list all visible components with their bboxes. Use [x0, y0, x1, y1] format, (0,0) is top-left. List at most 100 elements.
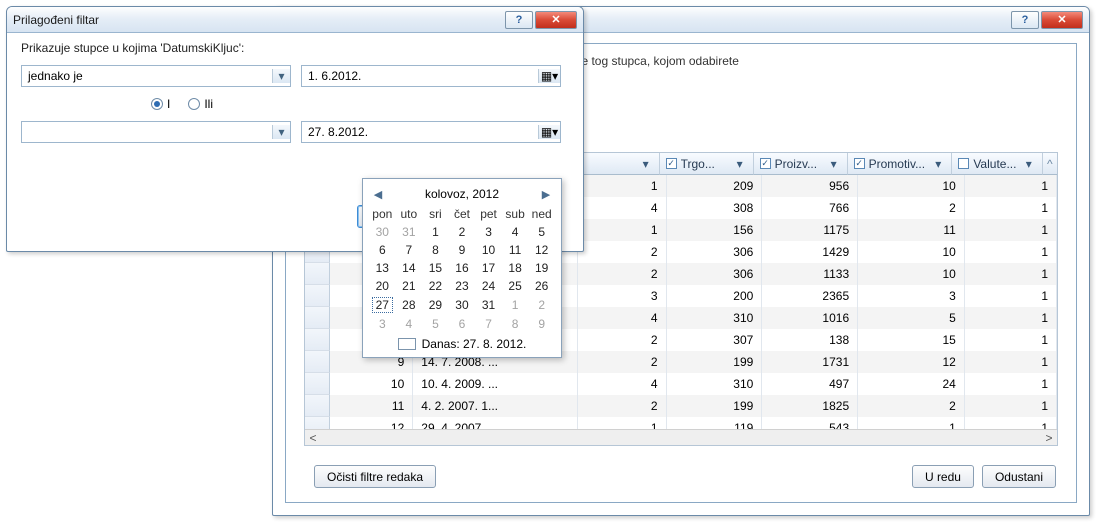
- help-button[interactable]: ?: [1011, 11, 1039, 29]
- row-header-cell: [305, 307, 330, 329]
- calendar-day[interactable]: 2: [528, 295, 555, 315]
- calendar-day[interactable]: 8: [502, 315, 529, 333]
- date2-input[interactable]: 27. 8.2012. ▦▾: [301, 121, 561, 143]
- operator2-combo[interactable]: ▾: [21, 121, 291, 143]
- calendar-day[interactable]: 15: [422, 259, 449, 277]
- next-month-icon[interactable]: ▶: [539, 188, 553, 201]
- chevron-down-icon[interactable]: ▾: [931, 157, 945, 171]
- calendar-dropdown-icon[interactable]: ▦▾: [538, 125, 560, 139]
- cell-valute: 1: [965, 373, 1057, 395]
- col-promotiv[interactable]: ✓Promotiv...▾: [848, 153, 953, 175]
- calendar-day[interactable]: 3: [369, 315, 396, 333]
- calendar-day[interactable]: 6: [449, 315, 476, 333]
- calendar-day[interactable]: 5: [528, 223, 555, 241]
- chevron-down-icon[interactable]: ▾: [639, 157, 653, 171]
- col-trgo[interactable]: ✓Trgo...▾: [660, 153, 754, 175]
- col-valute[interactable]: Valute...▾: [952, 153, 1042, 175]
- prev-month-icon[interactable]: ◀: [371, 188, 385, 201]
- calendar-day[interactable]: 19: [528, 259, 555, 277]
- calendar-day[interactable]: 9: [528, 315, 555, 333]
- calendar-today-label[interactable]: Danas: 27. 8. 2012.: [422, 337, 527, 351]
- calendar-day[interactable]: 20: [369, 277, 396, 295]
- chevron-down-icon[interactable]: ▾: [272, 125, 290, 139]
- calendar-day[interactable]: 26: [528, 277, 555, 295]
- radio-and[interactable]: I: [151, 97, 170, 111]
- calendar-day[interactable]: 2: [449, 223, 476, 241]
- radio-or[interactable]: Ili: [188, 97, 213, 111]
- table-row[interactable]: 1229. 4. 2007. ...111954311: [305, 417, 1057, 429]
- calendar-day[interactable]: 31: [475, 295, 502, 315]
- chevron-down-icon[interactable]: ▾: [733, 157, 747, 171]
- col-proizv[interactable]: ✓Proizv...▾: [754, 153, 848, 175]
- calendar-day[interactable]: 12: [528, 241, 555, 259]
- cell-proizv: 543: [762, 417, 858, 429]
- close-button[interactable]: ✕: [1041, 11, 1083, 29]
- scroll-left-icon[interactable]: <: [305, 431, 321, 445]
- calendar-dropdown-icon[interactable]: ▦▾: [538, 69, 560, 83]
- horizontal-scrollbar[interactable]: < >: [305, 429, 1057, 445]
- calendar-day[interactable]: 22: [422, 277, 449, 295]
- operator1-combo[interactable]: jednako je ▾: [21, 65, 291, 87]
- cell-promo: 5: [858, 307, 965, 329]
- cell-valute: 1: [965, 329, 1057, 351]
- chevron-down-icon[interactable]: ▾: [1022, 157, 1036, 171]
- date1-input[interactable]: 1. 6.2012. ▦▾: [301, 65, 561, 87]
- cell-proizv: 956: [762, 175, 858, 197]
- cell-valute: 1: [965, 241, 1057, 263]
- calendar-day[interactable]: 31: [396, 223, 423, 241]
- help-button[interactable]: ?: [505, 11, 533, 29]
- chevron-down-icon[interactable]: ▾: [827, 157, 841, 171]
- chevron-down-icon[interactable]: ▾: [272, 69, 290, 83]
- calendar-day[interactable]: 4: [502, 223, 529, 241]
- calendar-day[interactable]: 5: [422, 315, 449, 333]
- calendar-day[interactable]: 27: [369, 295, 396, 315]
- calendar-day[interactable]: 17: [475, 259, 502, 277]
- cell-trgo: 306: [667, 241, 763, 263]
- calendar-day[interactable]: 25: [502, 277, 529, 295]
- dialog-title: Prilagođeni filtar: [13, 13, 503, 27]
- calendar-day[interactable]: 10: [475, 241, 502, 259]
- calendar-month-label[interactable]: kolovoz, 2012: [425, 187, 499, 201]
- calendar-day[interactable]: 13: [369, 259, 396, 277]
- calendar-day[interactable]: 9: [449, 241, 476, 259]
- calendar-day[interactable]: 28: [396, 295, 423, 315]
- calendar-day[interactable]: 30: [449, 295, 476, 315]
- calendar-day[interactable]: 6: [369, 241, 396, 259]
- calendar-day[interactable]: 29: [422, 295, 449, 315]
- calendar-day[interactable]: 7: [475, 315, 502, 333]
- ok-button[interactable]: U redu: [912, 465, 974, 488]
- calendar-day[interactable]: 21: [396, 277, 423, 295]
- checkbox-icon[interactable]: [958, 158, 969, 169]
- col-c1[interactable]: ▾: [573, 153, 660, 175]
- calendar-day[interactable]: 1: [502, 295, 529, 315]
- calendar-day[interactable]: 18: [502, 259, 529, 277]
- table-row[interactable]: 1010. 4. 2009. ...4310497241: [305, 373, 1057, 395]
- cell-trgo: 306: [667, 263, 763, 285]
- calendar-dow: čet: [449, 205, 476, 223]
- calendar-day[interactable]: 14: [396, 259, 423, 277]
- scroll-up-icon[interactable]: ^: [1043, 153, 1057, 175]
- calendar-day[interactable]: 1: [422, 223, 449, 241]
- calendar-day[interactable]: 24: [475, 277, 502, 295]
- cell-proizv: 138: [762, 329, 858, 351]
- calendar-day[interactable]: 8: [422, 241, 449, 259]
- checkbox-icon[interactable]: ✓: [854, 158, 865, 169]
- cell-promo: 15: [858, 329, 965, 351]
- scroll-right-icon[interactable]: >: [1041, 431, 1057, 445]
- calendar-day[interactable]: 4: [396, 315, 423, 333]
- clear-filters-button[interactable]: Očisti filtre redaka: [314, 465, 436, 488]
- calendar-day[interactable]: 3: [475, 223, 502, 241]
- calendar-day[interactable]: 11: [502, 241, 529, 259]
- calendar-day[interactable]: 23: [449, 277, 476, 295]
- calendar-day[interactable]: 30: [369, 223, 396, 241]
- calendar-day[interactable]: 16: [449, 259, 476, 277]
- calendar-day[interactable]: 7: [396, 241, 423, 259]
- calendar-dow: pet: [475, 205, 502, 223]
- checkbox-icon[interactable]: ✓: [666, 158, 677, 169]
- row-header-cell: [305, 351, 330, 373]
- close-button[interactable]: ✕: [535, 11, 577, 29]
- cancel-button[interactable]: Odustani: [982, 465, 1056, 488]
- table-row[interactable]: 114. 2. 2007. 1...2199182521: [305, 395, 1057, 417]
- cell-proizv: 766: [762, 197, 858, 219]
- checkbox-icon[interactable]: ✓: [760, 158, 771, 169]
